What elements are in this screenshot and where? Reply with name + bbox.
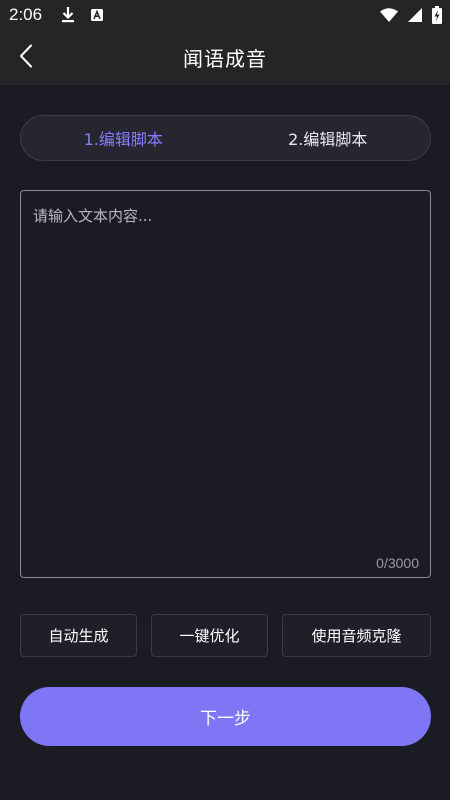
battery-charging-icon: [432, 6, 442, 24]
a-notification-icon: [91, 9, 104, 21]
text-editor: 0/3000: [20, 190, 431, 578]
app-bar: 闻语成音: [0, 30, 450, 85]
chevron-left-icon: [19, 44, 33, 72]
status-time: 2:06: [9, 5, 43, 24]
wifi-icon: [380, 8, 398, 22]
use-audio-clone-button[interactable]: 使用音频克隆: [282, 614, 431, 657]
status-right-icons: [380, 6, 442, 24]
text-input[interactable]: [21, 191, 430, 577]
char-count: 0/3000: [376, 555, 419, 571]
status-bar: 2:06: [0, 0, 450, 30]
auto-generate-button[interactable]: 自动生成: [20, 614, 137, 657]
signal-icon: [408, 8, 422, 22]
next-step-button[interactable]: 下一步: [20, 687, 431, 746]
tab-step-1[interactable]: 1.编辑脚本: [21, 126, 226, 150]
action-buttons: 自动生成 一键优化 使用音频克隆: [20, 614, 431, 657]
page-title: 闻语成音: [183, 47, 267, 71]
step-tabs: 1.编辑脚本 2.编辑脚本: [20, 115, 431, 161]
download-icon: [61, 6, 75, 24]
tab-step-2[interactable]: 2.编辑脚本: [226, 126, 431, 150]
back-button[interactable]: [10, 42, 42, 74]
one-click-optimize-button[interactable]: 一键优化: [151, 614, 268, 657]
